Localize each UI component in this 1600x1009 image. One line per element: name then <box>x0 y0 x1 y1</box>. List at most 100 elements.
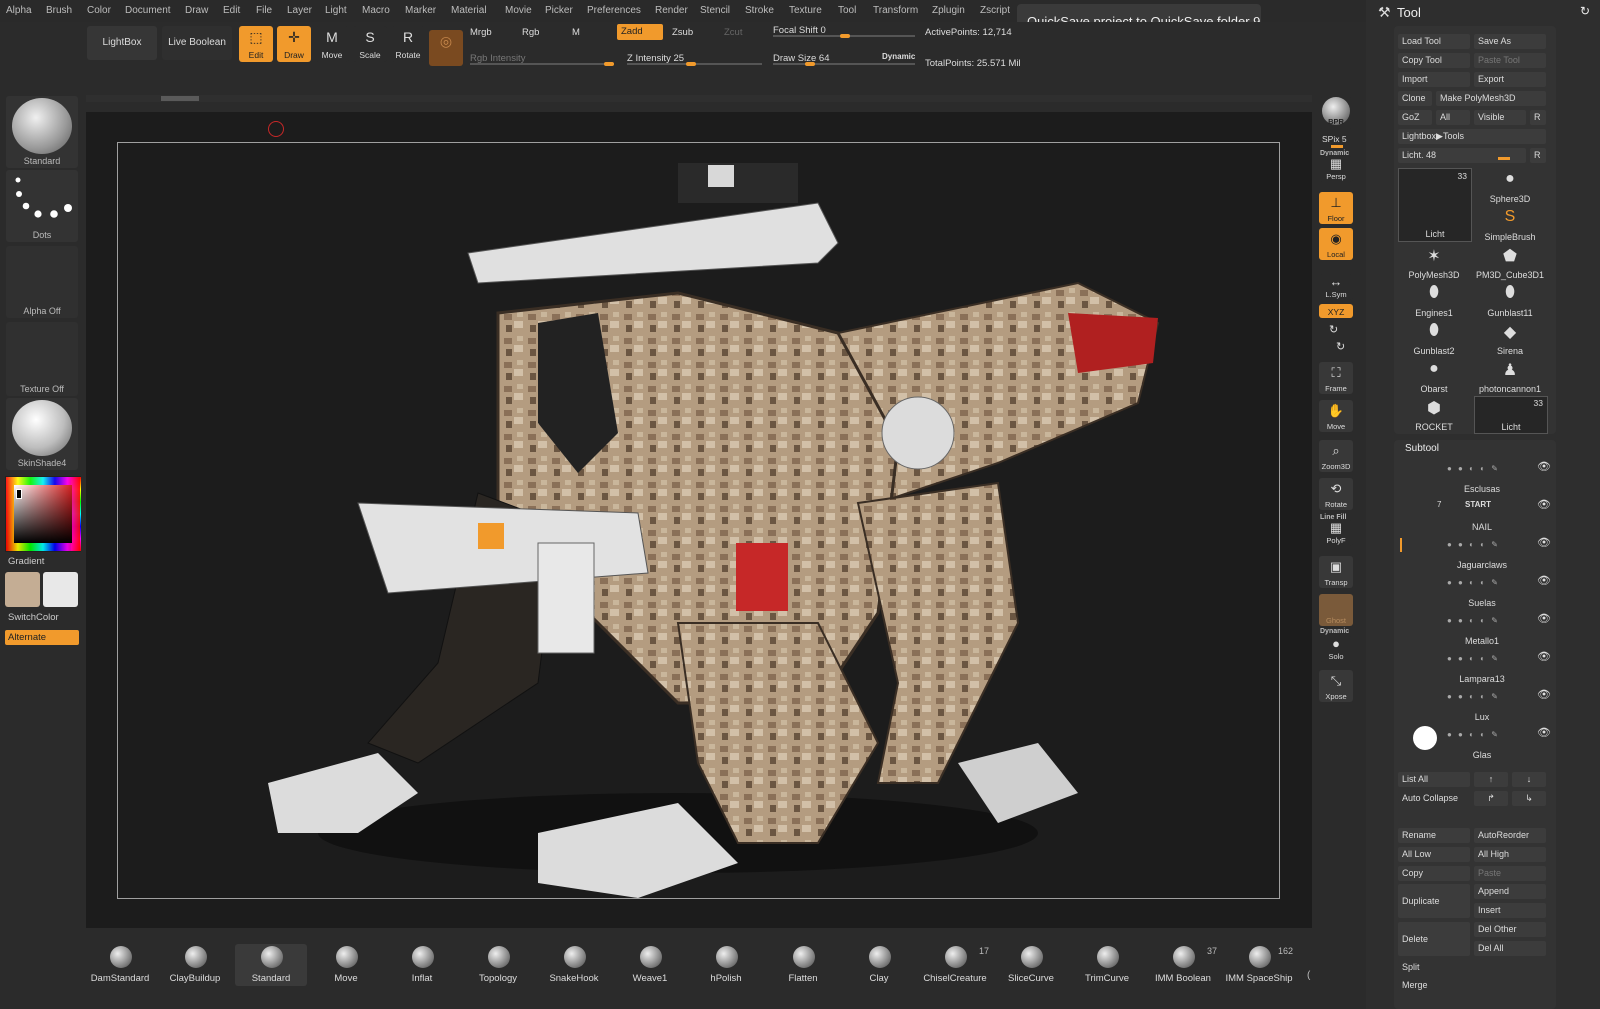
zcut-button[interactable]: Zcut <box>724 27 742 41</box>
saturation-value-square[interactable] <box>14 485 72 543</box>
move-down-arrow-icon[interactable]: ↓ <box>1512 772 1546 787</box>
move-view-button[interactable]: ✋ Move <box>1319 400 1353 432</box>
del-other-button[interactable]: Del Other <box>1474 922 1546 937</box>
menu-movie[interactable]: Movie <box>505 5 532 16</box>
clone-button[interactable]: Clone <box>1398 91 1432 106</box>
paste-tool-button[interactable]: Paste Tool <box>1474 53 1546 68</box>
secondary-color-swatch[interactable] <box>43 572 78 607</box>
menu-file[interactable]: File <box>256 5 272 16</box>
tool-panel-title[interactable]: Tool <box>1397 5 1421 20</box>
z-intensity-knob[interactable] <box>686 62 696 66</box>
make-polymesh-button[interactable]: Make PolyMesh3D <box>1436 91 1546 106</box>
brush-damstandard[interactable]: DamStandard <box>84 944 156 986</box>
tool-tile-licht[interactable]: 33 Licht <box>1474 396 1548 434</box>
subtool-row[interactable]: ● ● ◐ ◐ ✎ 👁 Suelas <box>1409 572 1555 608</box>
solo-button[interactable]: ● Solo <box>1319 636 1353 662</box>
split-menu[interactable]: Split <box>1398 960 1550 975</box>
move-up-arrow-icon[interactable]: ↑ <box>1474 772 1508 787</box>
all-high-button[interactable]: All High <box>1474 847 1546 862</box>
menu-material[interactable]: Material <box>451 5 487 16</box>
eye-icon[interactable]: 👁 <box>1537 498 1551 511</box>
delete-button[interactable]: Delete <box>1398 922 1470 956</box>
insert-button[interactable]: Insert <box>1474 903 1546 918</box>
rename-button[interactable]: Rename <box>1398 828 1470 843</box>
goz-button[interactable]: GoZ <box>1398 110 1432 125</box>
alpha-selector[interactable]: Alpha Off <box>6 246 78 318</box>
brush-imm-spaceship[interactable]: IMM SpaceShip 162 <box>1223 944 1295 986</box>
menu-texture[interactable]: Texture <box>789 5 822 16</box>
subtool-toggles[interactable]: ● ● ◐ ◐ ✎ <box>1447 578 1500 587</box>
brush-standard[interactable]: Standard <box>235 944 307 986</box>
menu-picker[interactable]: Picker <box>545 5 573 16</box>
licht-slider-knob[interactable] <box>1498 157 1510 160</box>
merge-menu[interactable]: Merge <box>1398 978 1550 993</box>
licht-r-button[interactable]: R <box>1530 148 1546 163</box>
floor-button[interactable]: ⊥ Floor <box>1319 192 1353 224</box>
copy-button[interactable]: Copy <box>1398 866 1470 881</box>
draw-size-knob[interactable] <box>805 62 815 66</box>
dynamic-solo-toggle[interactable]: Dynamic <box>1320 628 1349 635</box>
scroll-thumb[interactable] <box>161 96 199 101</box>
eye-icon[interactable]: 👁 <box>1537 574 1551 587</box>
load-tool-button[interactable]: Load Tool <box>1398 34 1470 49</box>
main-color-swatch[interactable] <box>5 572 40 607</box>
subtool-row[interactable]: 7 START 👁 NAIL <box>1409 496 1555 532</box>
edit-button[interactable]: ⬚ Edit <box>239 26 273 62</box>
move-button[interactable]: M Move <box>315 26 349 62</box>
horizontal-scrollbar[interactable] <box>86 95 1312 102</box>
m-button[interactable]: M <box>572 27 580 41</box>
tool-tile-simplebrush[interactable]: S SimpleBrush <box>1474 206 1546 242</box>
rotate-y-icon[interactable]: ↻ <box>1329 323 1338 336</box>
menu-stroke[interactable]: Stroke <box>745 5 774 16</box>
switch-color-button[interactable]: SwitchColor <box>8 612 59 623</box>
brush-topology[interactable]: Topology <box>462 944 534 986</box>
brush-selector[interactable]: Standard <box>6 96 78 168</box>
brush-weave1[interactable]: Weave1 <box>614 944 686 986</box>
brush-move[interactable]: Move <box>310 944 382 986</box>
persp-button[interactable]: ▦ Persp <box>1319 156 1353 182</box>
tool-tile-gunblast2[interactable]: ⬮ Gunblast2 <box>1398 320 1470 356</box>
del-all-button[interactable]: Del All <box>1474 941 1546 956</box>
subtool-row[interactable]: ● ● ◐ ◐ ✎ 👁 Glas <box>1409 724 1555 760</box>
rgb-button[interactable]: Rgb <box>522 27 539 41</box>
eye-icon[interactable]: 👁 <box>1537 460 1551 473</box>
menu-marker[interactable]: Marker <box>405 5 436 16</box>
local-button[interactable]: ◉ Local <box>1319 228 1353 260</box>
spix-slider[interactable]: SPix 5 <box>1322 134 1347 144</box>
xyz-button[interactable]: XYZ <box>1319 304 1353 318</box>
ghost-button[interactable]: Ghost <box>1319 594 1353 626</box>
list-all-button[interactable]: List All <box>1398 772 1470 787</box>
menu-brush[interactable]: Brush <box>46 5 72 16</box>
draw-button[interactable]: ✛ Draw <box>277 26 311 62</box>
lsym-button[interactable]: ↔ L.Sym <box>1319 274 1353 300</box>
zoom3d-button[interactable]: ⌕ Zoom3D <box>1319 440 1353 472</box>
tool-tile-obarst[interactable]: ● Obarst <box>1398 358 1470 394</box>
tool-tile-pm3d-cube[interactable]: ⬟ PM3D_Cube3D1 <box>1474 244 1546 280</box>
subtool-toggles[interactable]: ● ● ◐ ◐ ✎ <box>1447 654 1500 663</box>
menu-tool[interactable]: Tool <box>838 5 856 16</box>
material-swatch-button[interactable]: ◎ <box>429 30 463 66</box>
menu-macro[interactable]: Macro <box>362 5 390 16</box>
eye-icon[interactable]: 👁 <box>1537 726 1551 739</box>
shelf-more-indicator[interactable]: ( <box>1307 970 1310 981</box>
spix-knob[interactable] <box>1331 145 1343 148</box>
subtool-toggles[interactable]: ● ● ◐ ◐ ✎ <box>1447 540 1500 549</box>
auto-reorder-button[interactable]: AutoReorder <box>1474 828 1546 843</box>
lightbox-button[interactable]: LightBox <box>87 26 157 60</box>
rotate-button[interactable]: R Rotate <box>391 26 425 62</box>
bpr-button[interactable]: BPR <box>1319 97 1353 129</box>
tool-tile-licht-active[interactable]: 33 Licht <box>1398 168 1472 242</box>
transp-button[interactable]: ▣ Transp <box>1319 556 1353 588</box>
subtool-title[interactable]: Subtool <box>1405 443 1439 454</box>
menu-render[interactable]: Render <box>655 5 688 16</box>
menu-zplugin[interactable]: Zplugin <box>932 5 965 16</box>
subtool-row[interactable]: ● ● ◐ ◐ ✎ 👁 Lampara13 <box>1409 648 1555 684</box>
color-cursor[interactable] <box>16 489 22 499</box>
stroke-selector[interactable]: Dots <box>6 170 78 242</box>
eye-icon[interactable]: 👁 <box>1537 688 1551 701</box>
licht-slider[interactable]: Licht. 48 <box>1398 148 1526 163</box>
rgb-intensity-knob[interactable] <box>604 62 614 66</box>
frame-button[interactable]: ⛶ Frame <box>1319 362 1353 394</box>
eye-icon[interactable]: 👁 <box>1537 612 1551 625</box>
menu-transform[interactable]: Transform <box>873 5 918 16</box>
